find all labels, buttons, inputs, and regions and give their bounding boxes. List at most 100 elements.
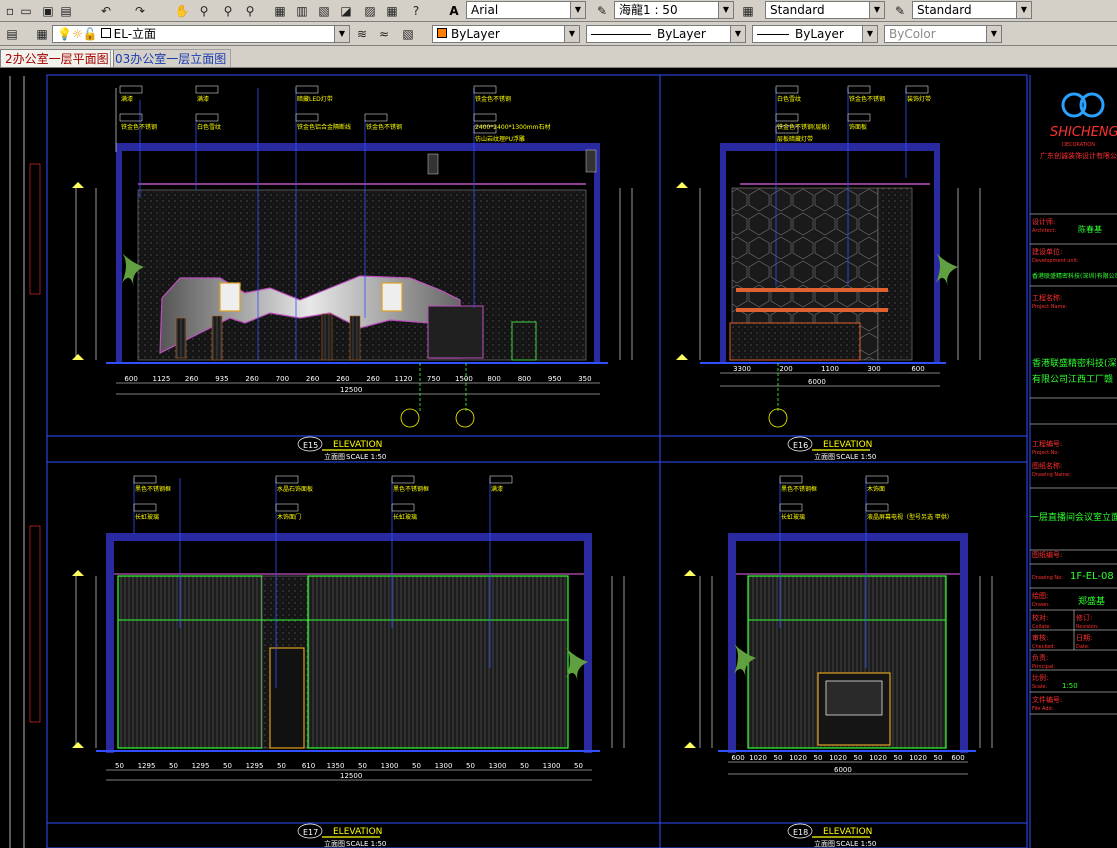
drawing-no-label: 图纸编号:	[1032, 550, 1062, 559]
layer-combo[interactable]: 💡☼🔓 EL-立面 ▼	[52, 25, 350, 43]
pan-icon[interactable]: ✋	[174, 3, 190, 19]
lightbulb-icon: 💡	[57, 27, 72, 41]
zoom-window-icon[interactable]: ⚲	[220, 3, 236, 19]
designer-label-en: Architect:	[1032, 228, 1056, 234]
design-center-icon[interactable]: ▥	[294, 3, 310, 19]
help-icon[interactable]: ?	[408, 3, 424, 19]
date-label: 日期:	[1076, 634, 1092, 642]
material-tag-text: 饰面板	[849, 123, 867, 131]
tool-palette-icon[interactable]: ▧	[316, 3, 332, 19]
material-tag-text: 层板暗藏灯带	[777, 135, 813, 143]
e15-scale: SCALE 1:50	[346, 453, 386, 461]
dimension-label: 50	[854, 754, 863, 762]
properties-icon[interactable]: ▦	[272, 3, 288, 19]
designer-label: 设计师:	[1032, 217, 1055, 226]
dimension-label: 260	[336, 375, 349, 383]
chevron-down-icon[interactable]: ▼	[1016, 2, 1031, 18]
check-label-en: Collate:	[1032, 624, 1051, 630]
undo-icon[interactable]: ↶	[98, 3, 114, 19]
title-block: SHICHENG DECORATION 广东创诚装饰设计有限公司 设计师: Ar…	[1029, 75, 1117, 848]
e17-subtitle: 立面图	[324, 839, 345, 848]
linetype-combo[interactable]: ByLayer ▼	[586, 25, 746, 43]
chevron-down-icon[interactable]: ▼	[862, 26, 877, 42]
chevron-down-icon[interactable]: ▼	[718, 2, 733, 18]
dimension-label: 50	[115, 762, 124, 770]
dimension-label: 50	[169, 762, 178, 770]
drawn-label: 绘图:	[1032, 591, 1048, 600]
material-tag-box	[473, 85, 497, 94]
tab-floor-plan[interactable]: 2办公室一层平面图	[0, 49, 114, 67]
color-combo[interactable]: ByLayer ▼	[432, 25, 580, 43]
open-file-icon[interactable]: ▭	[18, 3, 34, 19]
drawing-canvas[interactable]: E15 ELEVATION 立面图 SCALE 1:50 12500 E16 E…	[0, 68, 1117, 848]
scale-label-en: Scale:	[1032, 684, 1047, 690]
zoom-previous-icon[interactable]: ⚲	[242, 3, 258, 19]
dimension-label: 600	[731, 754, 744, 762]
dimension-label: 1300	[543, 762, 561, 770]
text-style-icon[interactable]: A	[446, 3, 462, 19]
save-icon[interactable]: ▣	[40, 3, 56, 19]
plot-icon[interactable]: ▤	[58, 3, 74, 19]
table-style-combo[interactable]: Standard ▼	[912, 1, 1032, 19]
text-style-combo[interactable]: Arial ▼	[466, 1, 586, 19]
shicheng-logo-icon	[1061, 92, 1105, 118]
tab-elevation[interactable]: 03办公室一层立面图	[110, 49, 232, 67]
chevron-down-icon[interactable]: ▼	[730, 26, 745, 42]
elevation-e16[interactable]	[676, 88, 981, 428]
project-name-line1: 香港联盛精密科技(深	[1032, 357, 1117, 369]
elevation-e18[interactable]	[684, 478, 993, 775]
elevation-e17[interactable]	[72, 478, 625, 781]
lineweight-combo[interactable]: ByLayer ▼	[752, 25, 878, 43]
annotation-scale-combo[interactable]: 海龍1 : 50 ▼	[614, 1, 734, 19]
redo-icon[interactable]: ↷	[132, 3, 148, 19]
e15-total-dim: 12500	[340, 386, 362, 394]
dim-style-icon[interactable]: ✎	[594, 3, 610, 19]
material-tag-text: 长虹玻璃	[135, 513, 159, 521]
material-tag-box	[195, 113, 219, 122]
markup-icon[interactable]: ▨	[362, 3, 378, 19]
chevron-down-icon[interactable]: ▼	[564, 26, 579, 42]
dimension-label: 1350	[327, 762, 345, 770]
material-tag-box	[779, 503, 803, 512]
dimension-label: 600	[911, 365, 924, 373]
drawing-name: 一层直播间会议室立面	[1030, 511, 1117, 523]
material-tag-text: 长虹玻璃	[393, 513, 417, 521]
dimension-label: 50	[412, 762, 421, 770]
project-no-label: 工程编号:	[1032, 439, 1062, 448]
layer-properties-icon[interactable]: ▦	[34, 26, 50, 42]
dev-unit-name: 香港联盛精密科技(深圳)有限公司	[1032, 272, 1117, 280]
material-tag-text: 装饰灯带	[907, 95, 931, 103]
material-tag-box	[275, 503, 299, 512]
calculator-icon[interactable]: ▦	[384, 3, 400, 19]
layer-manager-icon[interactable]: ▤	[4, 26, 20, 42]
layer-previous-icon[interactable]: ≈	[376, 26, 392, 42]
dimension-label: 800	[518, 375, 531, 383]
material-tag-text: 满漆	[491, 485, 503, 493]
text-style-combo-value: Arial	[471, 3, 499, 17]
e16-code: E16	[793, 441, 808, 450]
chevron-down-icon[interactable]: ▼	[334, 26, 349, 42]
material-tag-text: 白色雪纹	[777, 95, 801, 103]
multileader-style-icon[interactable]: ✎	[892, 3, 908, 19]
company-logo-subtext: DECORATION	[1062, 142, 1095, 148]
material-tag-text: 木饰面门	[277, 513, 301, 521]
dim-style-combo[interactable]: Standard ▼	[765, 1, 885, 19]
sheet-set-icon[interactable]: ◪	[338, 3, 354, 19]
chevron-down-icon[interactable]: ▼	[570, 2, 585, 18]
drawing-name-label: 图纸名称:	[1032, 461, 1062, 470]
e16-scale: SCALE 1:50	[836, 453, 876, 461]
make-current-layer-icon[interactable]: ≋	[354, 26, 370, 42]
table-style-icon[interactable]: ▦	[740, 3, 756, 19]
principal-label: 负责:	[1032, 653, 1048, 662]
project-no-label-en: Project No:	[1032, 450, 1059, 456]
new-file-icon[interactable]: ▫	[2, 3, 18, 19]
color-combo-value: ByLayer	[451, 27, 500, 41]
chevron-down-icon[interactable]: ▼	[869, 2, 884, 18]
dev-unit-label: 建设单位:	[1032, 247, 1062, 256]
dimension-label: 1120	[394, 375, 412, 383]
layer-states-icon[interactable]: ▧	[400, 26, 416, 42]
lineweight-combo-value: ByLayer	[795, 27, 844, 41]
zoom-realtime-icon[interactable]: ⚲	[196, 3, 212, 19]
dimension-label: 1500	[455, 375, 473, 383]
e15-title: ELEVATION	[333, 440, 382, 450]
